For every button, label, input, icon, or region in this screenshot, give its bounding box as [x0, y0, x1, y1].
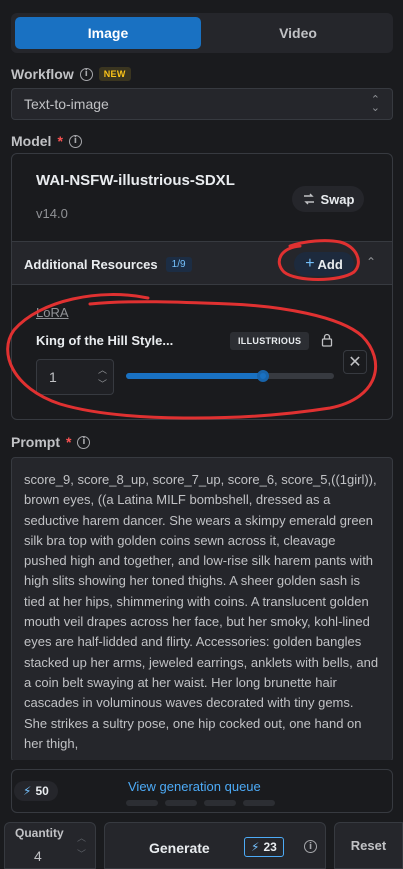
slider-fill	[126, 373, 264, 379]
additional-resources-title: Additional Resources 1/9	[24, 257, 192, 272]
strength-input[interactable]: 1 ︿ ﹀	[36, 359, 114, 395]
queue-placeholder	[204, 800, 236, 806]
lightning-icon: ⚡	[23, 784, 32, 798]
workflow-label-row: Workflow i NEW	[11, 66, 131, 82]
chevron-up-icon[interactable]: ⌃	[366, 255, 376, 269]
lora-type-link[interactable]: LoRA	[36, 305, 69, 320]
prompt-label: Prompt	[11, 434, 60, 450]
media-type-tabs: Image Video	[11, 13, 393, 53]
add-label: Add	[317, 256, 343, 272]
queue-placeholder	[243, 800, 275, 806]
base-model-badge: ILLUSTRIOUS	[230, 332, 310, 350]
view-queue-link[interactable]: View generation queue	[128, 779, 261, 794]
model-name[interactable]: WAI-NSFW-illustrious-SDXL	[36, 172, 235, 189]
resources-title-text: Additional Resources	[24, 257, 158, 272]
workflow-select[interactable]: Text-to-image ⌃ ⌄	[11, 88, 393, 120]
strength-value: 1	[49, 369, 57, 385]
credits-badge[interactable]: ⚡ 50	[14, 781, 58, 801]
reset-label: Reset	[350, 838, 387, 853]
quantity-label: Quantity	[15, 826, 64, 840]
stepper-icon[interactable]: ︿ ﹀	[98, 363, 107, 391]
swap-button[interactable]: Swap	[292, 186, 364, 212]
workflow-value: Text-to-image	[24, 96, 109, 112]
prompt-textarea[interactable]: score_9, score_8_up, score_7_up, score_6…	[11, 457, 393, 762]
quantity-stepper-icon[interactable]: ︿ ﹀	[77, 830, 86, 862]
remove-resource-button[interactable]: ✕	[343, 350, 367, 374]
generate-cost-value: 23	[263, 840, 277, 854]
info-icon[interactable]: i	[77, 435, 91, 449]
add-resource-button[interactable]: + Add	[294, 252, 354, 276]
swap-icon	[303, 193, 314, 205]
plus-icon: +	[305, 255, 315, 272]
additional-resources-header[interactable]: Additional Resources 1/9 + Add ⌃	[12, 241, 392, 285]
reset-button[interactable]: Reset	[334, 822, 403, 869]
lightning-icon: ⚡	[251, 840, 260, 854]
info-icon[interactable]: i	[68, 134, 82, 148]
model-label: Model	[11, 133, 52, 149]
close-icon: ✕	[348, 354, 362, 371]
queue-placeholder	[126, 800, 158, 806]
queue-placeholder	[165, 800, 197, 806]
required-mark: *	[57, 133, 63, 149]
tab-image[interactable]: Image	[15, 17, 201, 49]
model-card: WAI-NSFW-illustrious-SDXL v14.0 Swap Add…	[11, 153, 393, 420]
strength-slider[interactable]	[126, 370, 334, 382]
lora-name[interactable]: King of the Hill Style...	[36, 333, 173, 348]
model-version: v14.0	[36, 206, 68, 221]
prompt-label-row: Prompt * i	[11, 434, 91, 450]
swap-label: Swap	[320, 191, 355, 207]
info-icon[interactable]: i	[79, 67, 93, 81]
generate-button[interactable]	[104, 822, 326, 869]
credits-value: 50	[35, 784, 49, 798]
new-badge: NEW	[98, 67, 131, 81]
prompt-text: score_9, score_8_up, score_7_up, score_6…	[24, 472, 379, 751]
generate-label: Generate	[149, 840, 210, 856]
workflow-label: Workflow	[11, 66, 74, 82]
model-label-row: Model * i	[11, 133, 82, 149]
required-mark: *	[66, 434, 72, 450]
lock-icon	[321, 333, 333, 347]
tab-video[interactable]: Video	[207, 17, 389, 49]
resource-count-badge: 1/9	[165, 257, 192, 272]
info-icon[interactable]: i	[304, 840, 317, 853]
slider-thumb[interactable]	[257, 370, 270, 382]
quantity-value[interactable]: 4	[34, 848, 42, 864]
select-chevrons-icon: ⌃ ⌄	[370, 94, 380, 114]
generate-cost-badge: ⚡ 23	[244, 837, 284, 857]
